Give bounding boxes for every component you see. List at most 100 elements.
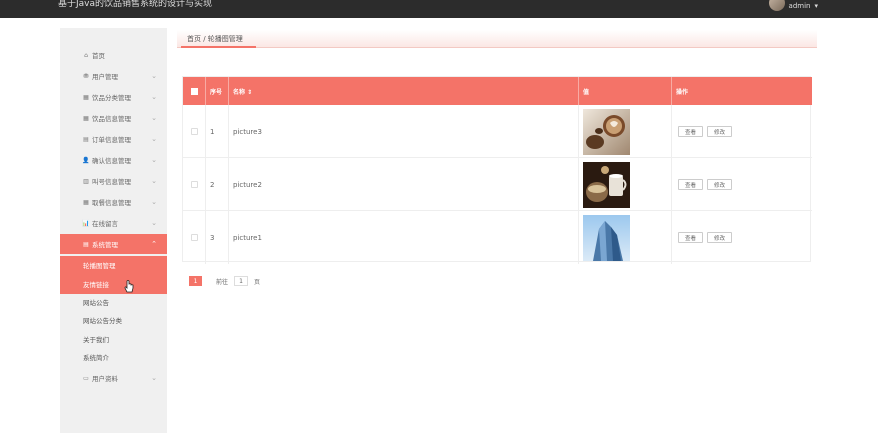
row-actions: 查看 修改 [672, 105, 812, 158]
user-icon: 👤 [82, 156, 90, 164]
header-name[interactable]: 名称 ⇕ [229, 77, 579, 105]
submenu-item-announcements[interactable]: 网站公告 [60, 293, 167, 311]
table-row: 3 picture1 查看 修改 [183, 211, 812, 264]
app-title: 基于Java的饮品销售系统的设计与实现 [58, 0, 213, 9]
row-image-cell [579, 211, 672, 264]
edit-button[interactable]: 修改 [707, 126, 733, 137]
select-all-checkbox[interactable] [190, 87, 198, 95]
submenu-item-links[interactable]: 友情链接 [60, 275, 167, 293]
hand-cursor-icon [124, 280, 134, 293]
view-button[interactable]: 查看 [678, 126, 704, 137]
chevron-down-icon: ⌄ [151, 114, 157, 122]
goto-label: 前往 [216, 278, 229, 286]
chevron-down-icon: ⌄ [151, 135, 157, 143]
top-bar: 基于Java的饮品销售系统的设计与实现 admin ▾ [0, 0, 878, 18]
table-row: 1 picture3 查看 修改 [183, 105, 812, 158]
sidebar-item-label: 首页 [92, 52, 105, 60]
database-icon: ⛃ [83, 72, 89, 80]
submenu-item-carousel[interactable]: 轮播图管理 [60, 256, 167, 274]
sidebar-item-label: 在线留言 [92, 220, 118, 228]
username[interactable]: admin [789, 2, 811, 10]
bar-chart-icon: 📊 [82, 219, 90, 227]
sidebar-item-messages[interactable]: 📊 在线留言 ⌄ [60, 213, 167, 233]
row-actions: 查看 修改 [672, 211, 812, 264]
id-card-icon: ▭ [83, 374, 89, 382]
edit-button[interactable]: 修改 [707, 232, 733, 243]
row-index: 2 [206, 158, 229, 211]
avatar[interactable] [768, 0, 785, 11]
row-select-cell [183, 211, 206, 264]
sidebar-item-label: 订单信息管理 [92, 136, 131, 144]
row-image-cell [579, 105, 672, 158]
page-unit-label: 页 [254, 278, 261, 286]
sidebar-item-label: 用户管理 [92, 73, 118, 81]
row-checkbox[interactable] [190, 128, 198, 135]
sidebar-item-call-number[interactable]: ▥ 叫号信息管理 ⌄ [60, 171, 167, 191]
table-row: 2 picture2 查看 修改 [183, 158, 812, 211]
sidebar-item-label: 确认信息管理 [92, 157, 131, 165]
sidebar-item-system[interactable]: ▤ 系统管理 ⌃ [60, 234, 167, 254]
grid-icon: ▦ [83, 93, 89, 101]
sidebar-item-users[interactable]: ⛃ 用户管理 ⌄ [60, 66, 167, 86]
grid-icon: ▦ [83, 114, 89, 122]
table-icon: ▥ [83, 177, 89, 185]
chevron-down-icon: ⌄ [151, 374, 157, 382]
view-button[interactable]: 查看 [678, 232, 704, 243]
header-actions: 操作 [676, 88, 689, 96]
coffee-cup-thumbnail[interactable] [583, 161, 630, 208]
sidebar-item-home[interactable]: ⌂ 首页 [60, 45, 167, 65]
submenu-item-about[interactable]: 关于我们 [60, 330, 167, 348]
carousel-table: 序号 名称 ⇕ 值 操作 1 picture3 查看 修改 2 picture2… [182, 76, 812, 264]
breadcrumb: 首页 / 轮播图管理 [187, 35, 243, 43]
chevron-down-icon: ⌄ [151, 177, 157, 185]
user-menu[interactable]: admin ▾ [768, 0, 818, 12]
submenu-item-announcement-categories[interactable]: 网站公告分类 [60, 311, 167, 329]
sidebar-item-label: 取餐信息管理 [92, 199, 131, 207]
view-button[interactable]: 查看 [678, 179, 704, 190]
sidebar-item-label: 饮品信息管理 [92, 115, 131, 123]
row-image-cell [579, 158, 672, 211]
chevron-down-icon: ⌄ [151, 156, 157, 164]
sidebar-item-label: 系统管理 [92, 241, 118, 249]
chevron-down-icon: ⌄ [151, 198, 157, 206]
breadcrumb-underline [181, 46, 256, 48]
row-checkbox[interactable] [190, 234, 198, 241]
row-index: 3 [206, 211, 229, 264]
row-actions: 查看 修改 [672, 158, 812, 211]
latte-art-thumbnail[interactable] [583, 108, 630, 155]
sidebar-item-label: 饮品分类管理 [92, 94, 131, 102]
header-index: 序号 [206, 77, 229, 105]
header-value: 值 [579, 77, 672, 105]
glass-building-thumbnail[interactable] [583, 214, 630, 261]
grid-icon: ▦ [83, 198, 89, 206]
sidebar-item-label: 用户资料 [92, 375, 118, 383]
sidebar-item-label: 叫号信息管理 [92, 178, 131, 186]
chevron-down-icon: ⌄ [151, 219, 157, 227]
sidebar-item-drinks[interactable]: ▦ 饮品信息管理 ⌄ [60, 108, 167, 128]
sidebar: ⌂ 首页 ⛃ 用户管理 ⌄ ▦ 饮品分类管理 ⌄ ▦ 饮品信息管理 ⌄ ▤ 订单… [60, 28, 167, 433]
row-name: picture3 [229, 105, 579, 158]
table-header: 序号 名称 ⇕ 值 操作 [183, 77, 812, 105]
list-icon: ▤ [83, 240, 89, 248]
goto-page-input[interactable]: 1 [234, 276, 249, 286]
sidebar-item-pickup[interactable]: ▦ 取餐信息管理 ⌄ [60, 192, 167, 212]
chevron-down-icon: ⌄ [151, 72, 157, 80]
sidebar-item-profile[interactable]: ▭ 用户资料 ⌄ [60, 368, 167, 388]
list-icon: ▤ [83, 135, 89, 143]
row-checkbox[interactable] [190, 181, 198, 188]
pagination: 1 前往 1 页 [189, 276, 260, 286]
chevron-down-icon: ⌄ [151, 93, 157, 101]
row-name: picture1 [229, 211, 579, 264]
row-name: picture2 [229, 158, 579, 211]
select-all-cell [183, 77, 206, 105]
chevron-down-icon[interactable]: ▾ [814, 2, 818, 10]
submenu-item-intro[interactable]: 系统简介 [60, 348, 167, 366]
sidebar-item-confirm[interactable]: 👤 确认信息管理 ⌄ [60, 150, 167, 170]
chevron-up-icon: ⌃ [151, 240, 157, 248]
row-select-cell [183, 105, 206, 158]
edit-button[interactable]: 修改 [707, 179, 733, 190]
page-number-current[interactable]: 1 [189, 276, 202, 286]
row-index: 1 [206, 105, 229, 158]
sidebar-item-orders[interactable]: ▤ 订单信息管理 ⌄ [60, 129, 167, 149]
sidebar-item-drink-categories[interactable]: ▦ 饮品分类管理 ⌄ [60, 87, 167, 107]
